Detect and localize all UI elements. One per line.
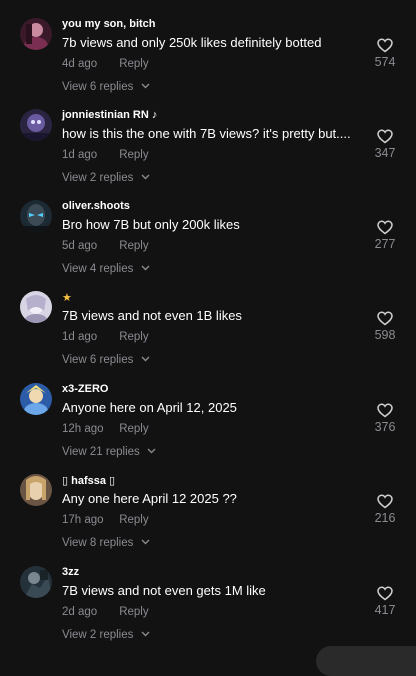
avatar[interactable] <box>20 474 52 506</box>
comment-meta: 2d ago Reply <box>62 606 149 618</box>
like-count: 277 <box>374 237 396 251</box>
comment-item: 3zz 7B views and not even gets 1M like 2… <box>0 566 416 657</box>
reply-button[interactable]: Reply <box>119 58 148 70</box>
view-replies-button[interactable]: View 4 replies <box>62 262 150 275</box>
like-count: 216 <box>374 511 396 525</box>
chevron-down-icon <box>141 353 150 365</box>
like-count: 574 <box>374 55 396 69</box>
like-count: 598 <box>374 328 396 342</box>
chevron-down-icon <box>141 80 150 92</box>
comment-item: x3-ZERO Anyone here on April 12, 2025 12… <box>0 383 416 474</box>
like-button[interactable]: 216 <box>370 494 400 525</box>
avatar[interactable] <box>20 18 52 50</box>
chevron-down-icon <box>141 628 150 640</box>
reply-button[interactable]: Reply <box>119 149 148 161</box>
comment-meta: 5d ago Reply <box>62 240 149 252</box>
view-replies-button[interactable]: View 2 replies <box>62 171 150 184</box>
like-button[interactable]: 417 <box>370 586 400 617</box>
like-count: 417 <box>374 603 396 617</box>
view-replies-label: View 2 replies <box>62 629 134 641</box>
comment-time: 12h ago <box>62 423 104 435</box>
view-replies-button[interactable]: View 2 replies <box>62 628 150 641</box>
comment-time: 4d ago <box>62 58 98 70</box>
avatar[interactable] <box>20 291 52 323</box>
comment-text: 7b views and only 250k likes definitely … <box>62 35 322 50</box>
bottom-floating-pill[interactable] <box>316 646 416 676</box>
comment-text: how is this the one with 7B views? it's … <box>62 126 351 141</box>
comment-time: 2d ago <box>62 606 98 618</box>
avatar[interactable] <box>20 383 52 415</box>
heart-outline-icon <box>370 220 400 235</box>
heart-outline-icon <box>370 494 400 509</box>
reply-button[interactable]: Reply <box>119 331 148 343</box>
comment-username[interactable]: ▯ hafssa ▯ <box>62 474 115 487</box>
heart-outline-icon <box>370 586 400 601</box>
view-replies-label: View 4 replies <box>62 263 134 275</box>
comment-item: ▯ hafssa ▯ Any one here April 12 2025 ??… <box>0 474 416 565</box>
comment-meta: 17h ago Reply <box>62 514 149 526</box>
avatar[interactable] <box>20 109 52 141</box>
heart-outline-icon <box>370 403 400 418</box>
reply-button[interactable]: Reply <box>119 606 148 618</box>
reply-button[interactable]: Reply <box>119 240 148 252</box>
comment-username[interactable]: ★ <box>62 291 72 304</box>
comment-item: you my son, bitch 7b views and only 250k… <box>0 18 416 109</box>
comment-time: 1d ago <box>62 149 98 161</box>
like-button[interactable]: 598 <box>370 311 400 342</box>
comment-time: 17h ago <box>62 514 104 526</box>
comment-text: 7B views and not even gets 1M like <box>62 583 266 598</box>
comment-username[interactable]: you my son, bitch <box>62 18 156 30</box>
comment-text: 7B views and not even 1B likes <box>62 308 242 323</box>
comment-meta: 4d ago Reply <box>62 58 149 70</box>
like-count: 376 <box>374 420 396 434</box>
view-replies-label: View 2 replies <box>62 172 134 184</box>
comment-meta: 12h ago Reply <box>62 423 149 435</box>
comment-time: 5d ago <box>62 240 98 252</box>
avatar[interactable] <box>20 200 52 232</box>
reply-button[interactable]: Reply <box>119 514 148 526</box>
comment-meta: 1d ago Reply <box>62 331 149 343</box>
view-replies-label: View 6 replies <box>62 81 134 93</box>
like-button[interactable]: 277 <box>370 220 400 251</box>
like-button[interactable]: 347 <box>370 129 400 160</box>
chevron-down-icon <box>141 536 150 548</box>
view-replies-button[interactable]: View 6 replies <box>62 80 150 93</box>
avatar[interactable] <box>20 566 52 598</box>
like-button[interactable]: 376 <box>370 403 400 434</box>
heart-outline-icon <box>370 311 400 326</box>
comment-item: oliver.shoots Bro how 7B but only 200k l… <box>0 200 416 291</box>
comment-username[interactable]: oliver.shoots <box>62 200 130 212</box>
comment-text: Anyone here on April 12, 2025 <box>62 400 237 415</box>
reply-button[interactable]: Reply <box>119 423 148 435</box>
chevron-down-icon <box>141 262 150 274</box>
chevron-down-icon <box>147 445 156 457</box>
chevron-down-icon <box>141 171 150 183</box>
view-replies-label: View 6 replies <box>62 354 134 366</box>
comment-text: Any one here April 12 2025 ?? <box>62 491 237 506</box>
comment-text: Bro how 7B but only 200k likes <box>62 217 240 232</box>
view-replies-button[interactable]: View 6 replies <box>62 353 150 366</box>
comment-item: jonniestinian RN ♪ how is this the one w… <box>0 109 416 200</box>
comment-username[interactable]: 3zz <box>62 566 79 578</box>
view-replies-label: View 21 replies <box>62 446 140 458</box>
view-replies-button[interactable]: View 21 replies <box>62 445 156 458</box>
comment-username[interactable]: x3-ZERO <box>62 383 108 395</box>
comment-meta: 1d ago Reply <box>62 149 149 161</box>
heart-outline-icon <box>370 38 400 53</box>
like-button[interactable]: 574 <box>370 38 400 69</box>
heart-outline-icon <box>370 129 400 144</box>
like-count: 347 <box>374 146 396 160</box>
view-replies-label: View 8 replies <box>62 537 134 549</box>
view-replies-button[interactable]: View 8 replies <box>62 536 150 549</box>
comment-username[interactable]: jonniestinian RN ♪ <box>62 109 157 121</box>
comment-time: 1d ago <box>62 331 98 343</box>
comment-item: ★ 7B views and not even 1B likes 1d ago … <box>0 291 416 382</box>
